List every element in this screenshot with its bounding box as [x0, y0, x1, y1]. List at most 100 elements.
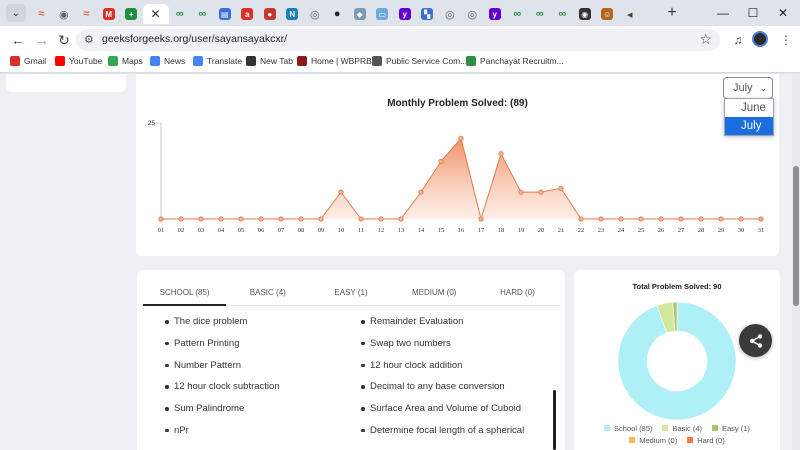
- browser-tab[interactable]: ◂: [619, 4, 642, 24]
- problem-link[interactable]: Surface Area and Volume of Cuboid: [357, 403, 557, 425]
- problem-link[interactable]: Remainder Evaluation: [357, 316, 557, 338]
- data-point[interactable]: [718, 216, 724, 222]
- browser-tab[interactable]: ◎: [461, 4, 484, 24]
- month-select[interactable]: July ⌄: [723, 77, 773, 99]
- browser-tab[interactable]: ◎: [439, 4, 462, 24]
- browser-tab[interactable]: ≈: [30, 4, 53, 24]
- browser-tab[interactable]: ◉: [53, 4, 76, 24]
- browser-tab[interactable]: ▤: [214, 4, 237, 24]
- problem-link[interactable]: Decimal to any base conversion: [357, 381, 557, 403]
- data-point[interactable]: [338, 189, 344, 195]
- browser-tab[interactable]: ∞: [551, 4, 574, 24]
- data-point[interactable]: [678, 216, 684, 222]
- page-scrollbar[interactable]: [792, 74, 800, 450]
- bookmark-item[interactable]: YouTube: [55, 56, 102, 66]
- forward-button[interactable]: →: [32, 30, 52, 50]
- data-point[interactable]: [218, 216, 224, 222]
- data-point[interactable]: [738, 216, 744, 222]
- maximize-button[interactable]: ☐: [738, 2, 768, 24]
- data-point[interactable]: [578, 216, 584, 222]
- tab-search-button[interactable]: ⌄: [6, 4, 26, 22]
- browser-tab[interactable]: ●: [259, 4, 282, 24]
- data-point[interactable]: [358, 216, 364, 222]
- problem-link[interactable]: Pattern Printing: [161, 338, 341, 360]
- data-point[interactable]: [558, 185, 564, 191]
- menu-button[interactable]: ⋮: [776, 30, 796, 50]
- browser-tab[interactable]: ∞: [169, 4, 192, 24]
- close-icon[interactable]: ✕: [150, 7, 160, 21]
- data-point[interactable]: [758, 216, 764, 222]
- browser-tab[interactable]: y: [394, 4, 417, 24]
- problem-link[interactable]: Number Pattern: [161, 360, 341, 382]
- site-info-icon[interactable]: ⚙: [84, 33, 94, 46]
- address-url[interactable]: geeksforgeeks.org/user/sayansayakcxr/: [102, 33, 287, 45]
- month-option[interactable]: June: [725, 99, 773, 117]
- share-button[interactable]: [739, 324, 772, 357]
- legend-item[interactable]: School (85): [604, 424, 652, 433]
- data-point[interactable]: [518, 189, 524, 195]
- browser-tab[interactable]: ◎: [304, 4, 327, 24]
- bookmark-item[interactable]: Home | WBPRB: [297, 56, 372, 66]
- browser-tab[interactable]: ✕: [142, 4, 169, 24]
- profile-avatar[interactable]: [752, 31, 768, 47]
- problem-link[interactable]: The dice problem: [161, 316, 341, 338]
- data-point[interactable]: [538, 189, 544, 195]
- browser-tab[interactable]: ▭: [371, 4, 394, 24]
- legend-item[interactable]: Hard (0): [687, 436, 725, 445]
- browser-tab[interactable]: y: [484, 4, 507, 24]
- problem-link[interactable]: 12 hour clock addition: [357, 360, 557, 382]
- page-scrollbar-thumb[interactable]: [793, 166, 799, 306]
- media-controls-button[interactable]: ♫: [728, 30, 748, 50]
- data-point[interactable]: [498, 151, 504, 157]
- tab-difficulty[interactable]: BASIC (4): [226, 280, 309, 305]
- tab-difficulty[interactable]: MEDIUM (0): [393, 280, 476, 305]
- data-point[interactable]: [438, 158, 444, 165]
- data-point[interactable]: [458, 135, 464, 141]
- reload-button[interactable]: ↻: [54, 30, 74, 50]
- list-scrollbar[interactable]: [553, 390, 556, 450]
- data-point[interactable]: [158, 216, 164, 222]
- data-point[interactable]: [398, 216, 404, 222]
- new-tab-button[interactable]: +: [662, 3, 682, 23]
- data-point[interactable]: [598, 216, 604, 222]
- data-point[interactable]: [178, 216, 184, 222]
- legend-item[interactable]: Medium (0): [629, 436, 677, 445]
- address-bar[interactable]: ⚙ geeksforgeeks.org/user/sayansayakcxr/ …: [76, 29, 720, 51]
- browser-tab[interactable]: ◉: [574, 4, 597, 24]
- browser-tab[interactable]: +: [120, 4, 143, 24]
- browser-tab[interactable]: N: [281, 4, 304, 24]
- problem-link[interactable]: Swap two numbers: [357, 338, 557, 360]
- tab-difficulty[interactable]: EASY (1): [309, 280, 392, 305]
- data-point[interactable]: [238, 216, 244, 222]
- bookmark-item[interactable]: Translate: [193, 56, 242, 66]
- data-point[interactable]: [418, 189, 424, 195]
- month-option[interactable]: July: [725, 117, 773, 135]
- problem-link[interactable]: 12 hour clock subtraction: [161, 381, 341, 403]
- browser-tab[interactable]: ∞: [529, 4, 552, 24]
- bookmark-star-icon[interactable]: ☆: [699, 31, 712, 48]
- data-point[interactable]: [378, 216, 384, 222]
- tab-difficulty[interactable]: HARD (0): [476, 280, 559, 305]
- minimize-button[interactable]: —: [708, 2, 738, 24]
- problem-link[interactable]: nPr: [161, 425, 341, 447]
- browser-tab[interactable]: ●: [326, 4, 349, 24]
- data-point[interactable]: [478, 216, 484, 222]
- bookmark-item[interactable]: New Tab: [246, 56, 293, 66]
- browser-tab[interactable]: ∞: [506, 4, 529, 24]
- data-point[interactable]: [298, 216, 304, 222]
- browser-tab[interactable]: M: [98, 4, 121, 24]
- data-point[interactable]: [618, 216, 624, 222]
- close-window-button[interactable]: ✕: [768, 2, 798, 24]
- browser-tab[interactable]: ≈: [75, 4, 98, 24]
- problem-link[interactable]: Sum Palindrome: [161, 403, 341, 425]
- browser-tab[interactable]: ▚: [416, 4, 439, 24]
- tab-difficulty[interactable]: SCHOOL (85): [143, 280, 227, 306]
- data-point[interactable]: [258, 216, 264, 222]
- bookmark-item[interactable]: News: [150, 56, 185, 66]
- legend-item[interactable]: Basic (4): [662, 424, 702, 433]
- data-point[interactable]: [318, 216, 324, 222]
- data-point[interactable]: [658, 216, 664, 222]
- data-point[interactable]: [698, 216, 704, 222]
- browser-tab[interactable]: ◆: [349, 4, 372, 24]
- data-point[interactable]: [198, 216, 204, 222]
